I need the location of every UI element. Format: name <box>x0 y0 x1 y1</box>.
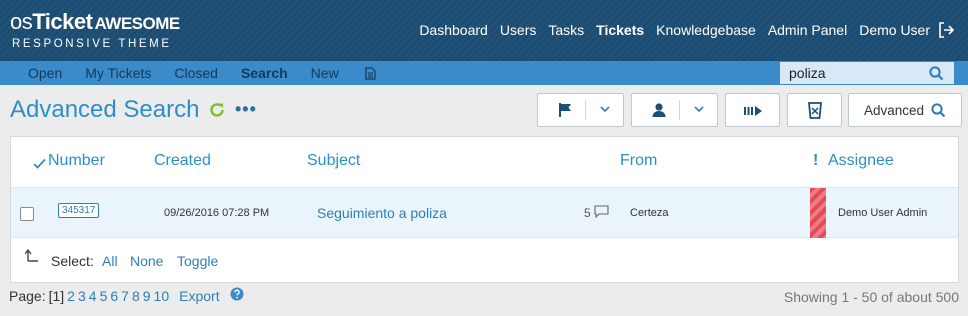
column-number[interactable]: Number <box>48 152 105 170</box>
flag-dropdown-button[interactable] <box>537 93 624 127</box>
nav-tasks[interactable]: Tasks <box>548 22 584 38</box>
comment-icon <box>594 205 609 223</box>
page-link-3[interactable]: 3 <box>78 288 86 304</box>
search-input[interactable] <box>789 64 929 82</box>
search-icon[interactable] <box>929 66 944 86</box>
page-link-7[interactable]: 7 <box>121 288 129 304</box>
page-link-5[interactable]: 5 <box>100 288 108 304</box>
transfer-button[interactable] <box>725 93 780 127</box>
delete-button[interactable] <box>787 93 842 127</box>
ticket-from: Certeza <box>630 207 669 219</box>
ticket-number[interactable]: 345317 <box>58 203 100 218</box>
user-icon <box>651 102 667 123</box>
column-subject[interactable]: Subject <box>307 152 360 170</box>
nav-tickets[interactable]: Tickets <box>596 22 644 38</box>
ticket-assignee: Demo User Admin <box>838 207 928 219</box>
ticket-subject-link[interactable]: Seguimiento a poliza <box>317 205 447 221</box>
app-header: osTicket AWESOME RESPONSIVE THEME Dashboa… <box>0 0 968 61</box>
check-icon[interactable] <box>33 156 46 174</box>
tab-open[interactable]: Open <box>28 65 62 83</box>
nav-admin-panel[interactable]: Admin Panel <box>768 22 847 38</box>
thread-count: 5 <box>584 206 591 220</box>
page-link-2[interactable]: 2 <box>67 288 75 304</box>
tab-search[interactable]: Search <box>241 65 288 83</box>
quick-search <box>780 62 954 84</box>
ticket-created-date: 09/26/2016 07:28 PM <box>164 207 270 219</box>
tab-new[interactable]: New <box>311 65 399 83</box>
trash-icon <box>807 101 823 124</box>
logout-icon[interactable] <box>938 22 955 43</box>
column-assignee[interactable]: Assignee <box>828 152 894 170</box>
page-title: Advanced Search <box>10 96 200 123</box>
select-none-link[interactable]: None <box>130 253 163 269</box>
nav-users[interactable]: Users <box>500 22 537 38</box>
top-nav: Dashboard Users Tasks Tickets Knowledgeb… <box>407 22 930 38</box>
page-link-8[interactable]: 8 <box>132 288 140 304</box>
advanced-search-button[interactable]: Advanced <box>848 93 962 127</box>
page-label: Page: <box>9 287 46 304</box>
nav-dashboard[interactable]: Dashboard <box>419 22 488 38</box>
tab-closed[interactable]: Closed <box>174 65 218 83</box>
column-created[interactable]: Created <box>154 152 211 170</box>
current-page: [1] <box>48 287 65 304</box>
chevron-down-icon <box>679 100 717 120</box>
tab-my-tickets[interactable]: My Tickets <box>85 65 151 83</box>
select-controls: Select: All None Toggle <box>11 238 958 282</box>
tickets-table: Number Created Subject From ! Assignee 3… <box>10 136 959 283</box>
row-checkbox[interactable] <box>20 207 34 221</box>
help-icon[interactable] <box>230 287 244 304</box>
document-icon <box>365 67 376 83</box>
page-link-9[interactable]: 9 <box>143 288 151 304</box>
select-all-link[interactable]: All <box>102 253 118 269</box>
pagination: Page: [1] 2 3 4 5 6 7 8 9 10 Export <box>9 287 244 304</box>
export-link[interactable]: Export <box>179 288 219 304</box>
nav-user-profile[interactable]: Demo User <box>859 22 930 38</box>
page-link-4[interactable]: 4 <box>89 288 97 304</box>
tab-new-label: New <box>310 65 339 81</box>
table-row[interactable]: 345317 09/26/2016 07:28 PM Seguimiento a… <box>11 187 958 238</box>
search-icon <box>931 103 946 123</box>
select-arrow-icon <box>24 248 39 267</box>
column-priority[interactable]: ! <box>813 152 818 170</box>
select-toggle-link[interactable]: Toggle <box>177 253 218 269</box>
more-options-icon[interactable]: ••• <box>235 99 257 120</box>
refresh-icon[interactable] <box>208 101 226 124</box>
page-link-6[interactable]: 6 <box>110 288 118 304</box>
nav-knowledgebase[interactable]: Knowledgebase <box>656 22 756 38</box>
page-link-10[interactable]: 10 <box>154 288 170 304</box>
logo-wordmark: osTicket AWESOME <box>10 9 180 34</box>
select-label: Select: <box>51 253 94 269</box>
logo-subtitle: RESPONSIVE THEME <box>12 38 172 50</box>
results-count: Showing 1 - 50 of about 500 <box>783 289 959 305</box>
logo[interactable]: osTicket AWESOME RESPONSIVE THEME <box>10 10 180 52</box>
transfer-icon <box>744 104 764 122</box>
assign-dropdown-button[interactable] <box>631 93 718 127</box>
flag-icon <box>557 102 573 123</box>
chevron-down-icon <box>585 100 623 120</box>
column-from[interactable]: From <box>620 152 657 170</box>
priority-indicator <box>810 188 826 238</box>
advanced-search-label: Advanced <box>864 103 925 118</box>
